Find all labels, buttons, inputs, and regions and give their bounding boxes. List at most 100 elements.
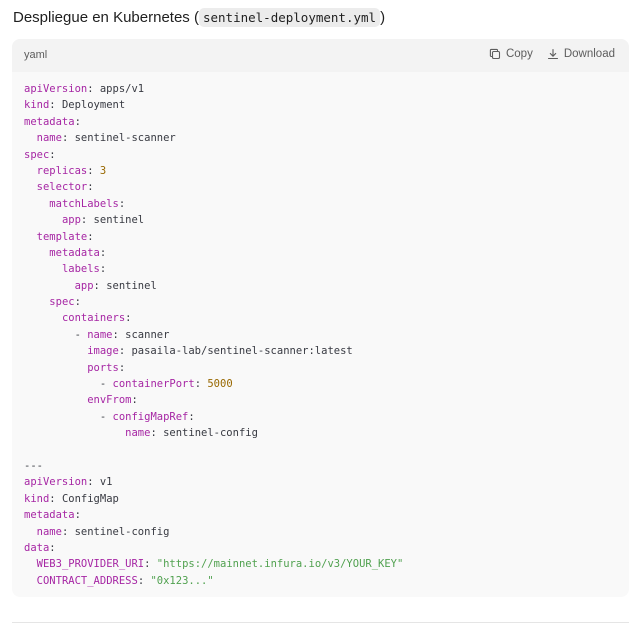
code-line: replicas: 3 — [24, 163, 403, 179]
code-line: image: pasaila-lab/sentinel-scanner:late… — [24, 343, 403, 359]
code-key: WEB3_PROVIDER_URI — [36, 558, 145, 571]
code-text: : — [74, 509, 81, 522]
code-key: data — [24, 541, 50, 554]
code-key: spec — [24, 148, 50, 161]
code-text: : — [137, 574, 151, 587]
code-key: template — [36, 230, 88, 243]
code-text: : apps/v1 — [87, 83, 145, 95]
code-text: : — [87, 230, 94, 243]
code-text: --- — [24, 459, 43, 472]
code-line: containers: — [24, 310, 403, 326]
code-text: : sentinel — [93, 279, 157, 292]
code-line: labels: — [24, 261, 403, 277]
code-key: selector — [36, 181, 88, 194]
code-key: app — [74, 279, 94, 292]
code-text: : v1 — [87, 476, 113, 489]
code-text: : sentinel-config — [61, 525, 170, 538]
code-line: data: — [24, 540, 403, 556]
heading-prefix: Despliegue en Kubernetes ( — [13, 9, 199, 26]
code-line: template: — [24, 229, 403, 245]
code-text: : — [144, 558, 157, 571]
code-text: : pasaila-lab/sentinel-scanner:latest — [118, 345, 353, 358]
code-key: kind — [24, 492, 50, 505]
code-text: : — [194, 378, 208, 391]
code-block: yaml Copy Download apiVersion: apps/v1 ki… — [12, 39, 629, 597]
code-text: : — [49, 541, 56, 554]
code-key: name — [36, 525, 62, 538]
code-line: envFrom: — [24, 392, 403, 408]
code-line: name: sentinel-config — [24, 425, 403, 441]
code-language-label: yaml — [24, 49, 48, 61]
code-line: name: sentinel-scanner — [24, 130, 403, 146]
code-line: spec: — [24, 147, 403, 163]
code-line: CONTRACT_ADDRESS: "0x123..." — [24, 573, 403, 589]
download-button[interactable]: Download — [547, 48, 615, 60]
copy-icon — [489, 48, 501, 60]
code-line: app: sentinel — [24, 212, 403, 228]
code-key: kind — [24, 99, 50, 112]
code-text: : Deployment — [49, 99, 126, 112]
code-key: image — [87, 345, 119, 358]
code-content: apiVersion: apps/v1 kind: Deployment metad… — [24, 81, 403, 589]
code-line: selector: — [24, 179, 403, 195]
code-string: "0x123..." — [150, 574, 214, 587]
code-text: : — [49, 148, 56, 161]
code-key: apiVersion — [24, 476, 88, 489]
code-text: : sentinel — [80, 214, 145, 227]
code-key: name — [36, 132, 62, 145]
copy-label: Copy — [505, 48, 533, 60]
section-heading: Despliegue en Kubernetes (sentinel-deplo… — [13, 8, 385, 28]
code-key: CONTRACT_ADDRESS — [36, 574, 138, 587]
code-text: : — [188, 410, 195, 423]
code-line: matchLabels: — [24, 196, 403, 212]
code-text: : — [99, 263, 107, 276]
code-text: - — [24, 378, 113, 391]
code-line: app: sentinel — [24, 278, 403, 294]
code-line: spec: — [24, 294, 403, 310]
code-key: metadata — [24, 509, 75, 522]
code-key: configMapRef — [112, 410, 189, 423]
code-text: : — [74, 296, 81, 309]
download-icon — [547, 48, 558, 60]
code-key: ports — [87, 361, 119, 374]
copy-button[interactable]: Copy — [489, 48, 533, 60]
code-key: apiVersion — [24, 83, 88, 95]
code-text: : — [118, 197, 126, 210]
code-line: - name: scanner — [24, 327, 403, 343]
code-line: - containerPort: 5000 — [24, 376, 403, 392]
code-text: : — [118, 361, 126, 374]
code-text: : — [131, 394, 138, 407]
code-line: WEB3_PROVIDER_URI: "https://mainnet.infu… — [24, 556, 404, 572]
code-line: apiVersion: apps/v1 — [24, 81, 403, 97]
code-key: containerPort — [112, 378, 195, 391]
code-line: apiVersion: v1 — [24, 474, 403, 490]
code-line: ports: — [24, 360, 403, 376]
code-text: : — [125, 312, 132, 325]
code-line: kind: ConfigMap — [24, 491, 403, 507]
filename-inline-code: sentinel-deployment.yml — [198, 8, 381, 27]
code-line: metadata: — [24, 245, 403, 261]
code-block-header: yaml Copy Download — [12, 39, 629, 72]
heading-suffix: ) — [380, 9, 386, 26]
code-text: : — [74, 115, 81, 128]
code-key: matchLabels — [49, 197, 119, 210]
code-key: labels — [61, 263, 100, 276]
code-text: : sentinel-scanner — [61, 132, 176, 145]
code-text: : — [87, 181, 94, 194]
code-key: app — [61, 214, 81, 227]
